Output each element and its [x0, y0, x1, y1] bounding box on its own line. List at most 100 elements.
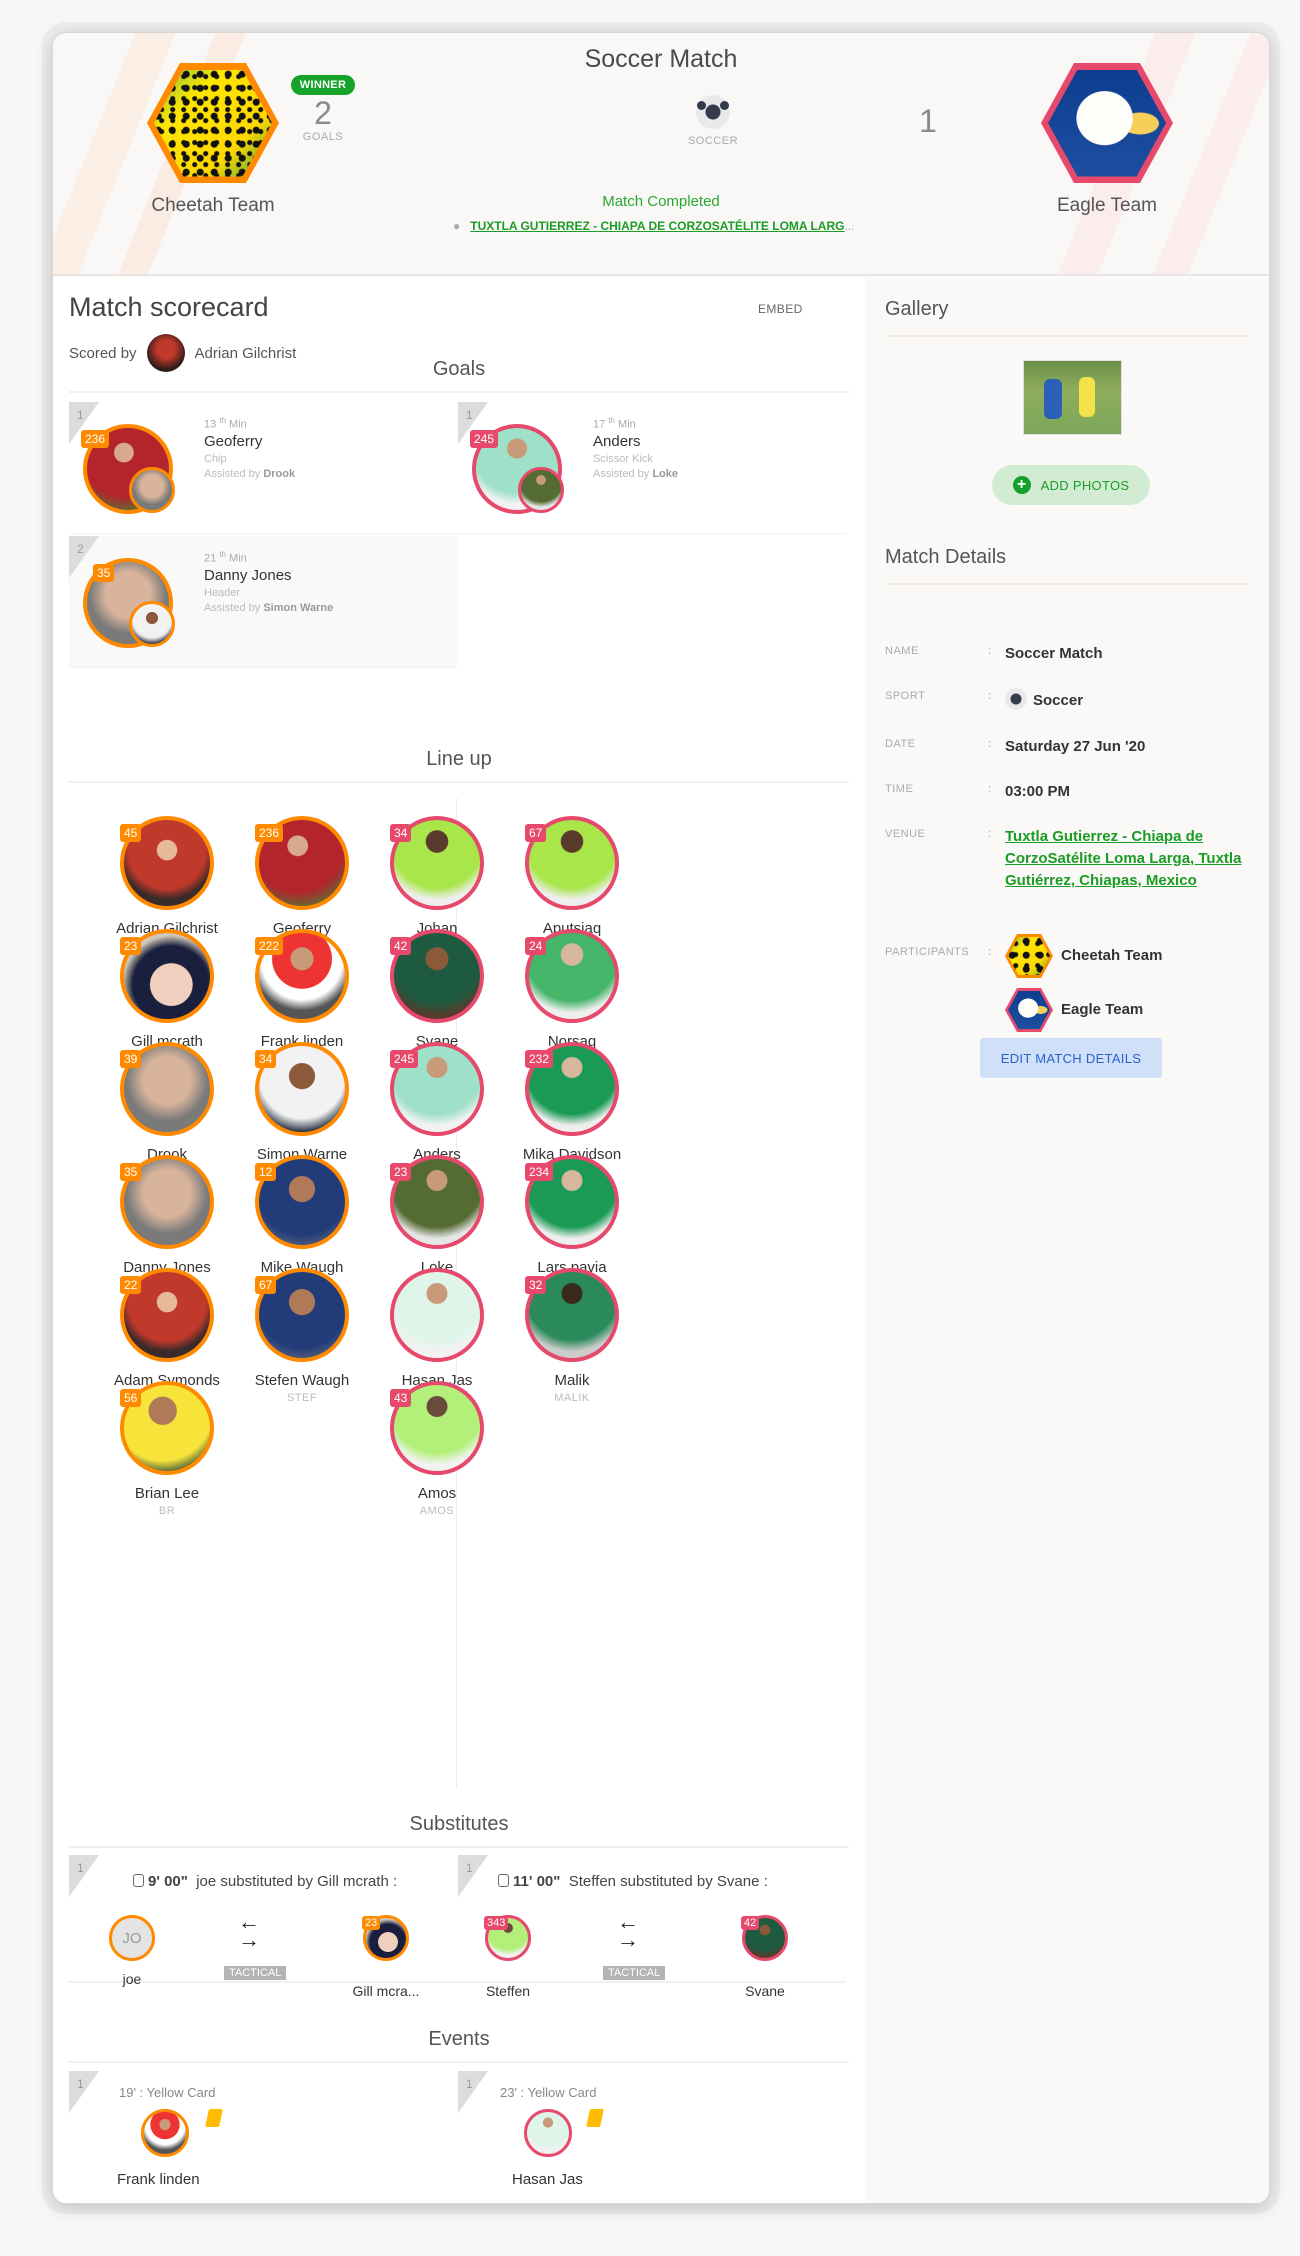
- player-avatar[interactable]: 34: [390, 816, 484, 910]
- events-heading: Events: [69, 2028, 849, 2063]
- participant-item[interactable]: Cheetah Team: [1005, 934, 1255, 978]
- lineup-player[interactable]: 43 Amos AMOS: [347, 1381, 527, 1517]
- player-avatar[interactable]: 32: [525, 1268, 619, 1362]
- player-out-name[interactable]: joe: [82, 1971, 182, 1987]
- jersey-number: 236: [81, 430, 110, 448]
- goal-player[interactable]: Anders: [593, 433, 678, 450]
- player-avatar[interactable]: [390, 1268, 484, 1362]
- player-avatar[interactable]: 232: [525, 1042, 619, 1136]
- sub-index-corner: [458, 1855, 488, 1897]
- player-avatar[interactable]: 23: [390, 1155, 484, 1249]
- player-name[interactable]: Brian Lee: [77, 1485, 257, 1502]
- jersey-number: 32: [525, 1276, 547, 1294]
- venue-link[interactable]: Tuxtla Gutierrez - Chiapa de CorzoSatéli…: [1005, 828, 1241, 889]
- sport-label: SOCCER: [687, 135, 739, 147]
- goal-index: 1: [466, 408, 473, 422]
- goal-card[interactable]: 1 236 13 th Min Geoferry Chip Assisted b…: [69, 402, 457, 534]
- event-player-avatar[interactable]: [524, 2109, 572, 2157]
- sub-index-corner: [69, 1855, 99, 1897]
- player-out-avatar[interactable]: 343: [484, 1915, 531, 1961]
- match-header: Soccer Match Cheetah Team WINNER 2 GOALS…: [53, 33, 1269, 276]
- goal-info: 13 th Min Geoferry Chip Assisted by Droo…: [204, 416, 295, 480]
- lineup-player[interactable]: 56 Brian Lee BR: [77, 1381, 257, 1517]
- goal-assist: Assisted by Drook: [204, 467, 296, 480]
- yellow-card-icon: [205, 2109, 223, 2127]
- player-avatar[interactable]: 56: [120, 1381, 214, 1475]
- away-score-value: 1: [919, 103, 937, 139]
- jersey-number: 23: [390, 1163, 412, 1181]
- event-player-name[interactable]: Hasan Jas: [512, 2171, 583, 2188]
- gallery-photo[interactable]: [1023, 360, 1122, 435]
- goal-player[interactable]: Danny Jones: [204, 567, 333, 584]
- lineup-heading: Line up: [69, 748, 849, 783]
- player-avatar[interactable]: 245: [390, 1042, 484, 1136]
- player-avatar[interactable]: 23: [120, 929, 214, 1023]
- yellow-card-icon: [586, 2109, 604, 2127]
- player-in-name[interactable]: Svane: [715, 1983, 815, 1999]
- goal-type: Scissor Kick: [593, 452, 653, 465]
- event-label: 19' : Yellow Card: [119, 2085, 216, 2100]
- player-avatar[interactable]: 22: [120, 1268, 214, 1362]
- event-label: 23' : Yellow Card: [500, 2085, 597, 2100]
- player-avatar[interactable]: 42: [390, 929, 484, 1023]
- add-photos-button[interactable]: + ADD PHOTOS: [992, 465, 1150, 505]
- home-score-value: 2: [314, 95, 332, 131]
- gallery-title: Gallery: [885, 298, 1251, 337]
- sidebar: Gallery + ADD PHOTOS Match Details NAME:…: [865, 278, 1269, 2203]
- assist-avatar[interactable]: [518, 467, 564, 513]
- player-avatar[interactable]: 234: [525, 1155, 619, 1249]
- substitution-card: 1 9' 00" joe substituted by Gill mcrath …: [69, 1855, 457, 1999]
- jersey-number: 24: [525, 937, 547, 955]
- detail-time-value: 03:00 PM: [1005, 783, 1071, 800]
- jersey-number: 56: [120, 1389, 142, 1407]
- player-avatar[interactable]: 67: [255, 1268, 349, 1362]
- player-name[interactable]: Amos: [347, 1485, 527, 1502]
- venue-link[interactable]: TUXTLA GUTIERREZ - CHIAPA DE CORZOSATÉLI…: [470, 219, 844, 233]
- player-in-avatar[interactable]: 23: [362, 1915, 409, 1961]
- player-avatar[interactable]: 39: [120, 1042, 214, 1136]
- assist-avatar[interactable]: [129, 467, 175, 513]
- away-team-logo[interactable]: [1041, 63, 1173, 183]
- player-in-name[interactable]: Gill mcra...: [336, 1983, 436, 1999]
- away-score: 1: [903, 103, 953, 139]
- jersey-number: 43: [390, 1389, 412, 1407]
- player-avatar[interactable]: 12: [255, 1155, 349, 1249]
- player-avatar[interactable]: 43: [390, 1381, 484, 1475]
- player-avatar[interactable]: 222: [255, 929, 349, 1023]
- detail-sport-value: Soccer: [1033, 692, 1084, 709]
- player-avatar[interactable]: 236: [255, 816, 349, 910]
- event-player-avatar[interactable]: [141, 2109, 189, 2157]
- event-player-name[interactable]: Frank linden: [117, 2171, 200, 2188]
- player-avatar[interactable]: 35: [120, 1155, 214, 1249]
- jersey-number: 34: [255, 1050, 277, 1068]
- player-out-avatar[interactable]: JO: [109, 1915, 155, 1961]
- edit-match-details-button[interactable]: EDIT MATCH DETAILS: [980, 1038, 1162, 1078]
- embed-button[interactable]: EMBED: [758, 302, 803, 316]
- player-avatar[interactable]: 45: [120, 816, 214, 910]
- player-avatar[interactable]: 67: [525, 816, 619, 910]
- goal-assist: Assisted by Simon Warne: [204, 601, 334, 614]
- goal-minute: 21 th Min: [204, 550, 247, 565]
- match-details-title: Match Details: [885, 546, 1251, 585]
- jersey-number: 23: [120, 937, 142, 955]
- event-card: 1 23' : Yellow Card Hasan Jas: [458, 2071, 846, 2203]
- participant-item[interactable]: Eagle Team: [1005, 988, 1255, 1032]
- player-in-avatar[interactable]: 42: [741, 1915, 788, 1961]
- event-index: 1: [466, 2077, 473, 2091]
- jersey-number: 35: [93, 564, 115, 582]
- goal-player[interactable]: Geoferry: [204, 433, 295, 450]
- player-avatar[interactable]: 24: [525, 929, 619, 1023]
- sport-block: SOCCER: [613, 95, 813, 147]
- detail-name-value: Soccer Match: [1005, 645, 1103, 662]
- goal-type: Chip: [204, 452, 227, 465]
- assist-avatar[interactable]: [129, 601, 175, 647]
- jersey-number: 245: [470, 430, 499, 448]
- player-out-name[interactable]: Steffen: [458, 1983, 558, 1999]
- eagle-logo-icon: [1048, 69, 1166, 177]
- home-team-logo[interactable]: [147, 63, 279, 183]
- goal-card[interactable]: 2 35 21 th Min Danny Jones Header Assist…: [69, 536, 457, 668]
- jersey-number: 23: [362, 1916, 381, 1930]
- goal-card[interactable]: 1 245 17 th Min Anders Scissor Kick Assi…: [458, 402, 846, 534]
- player-avatar[interactable]: 34: [255, 1042, 349, 1136]
- plus-circle-icon: +: [1012, 476, 1031, 494]
